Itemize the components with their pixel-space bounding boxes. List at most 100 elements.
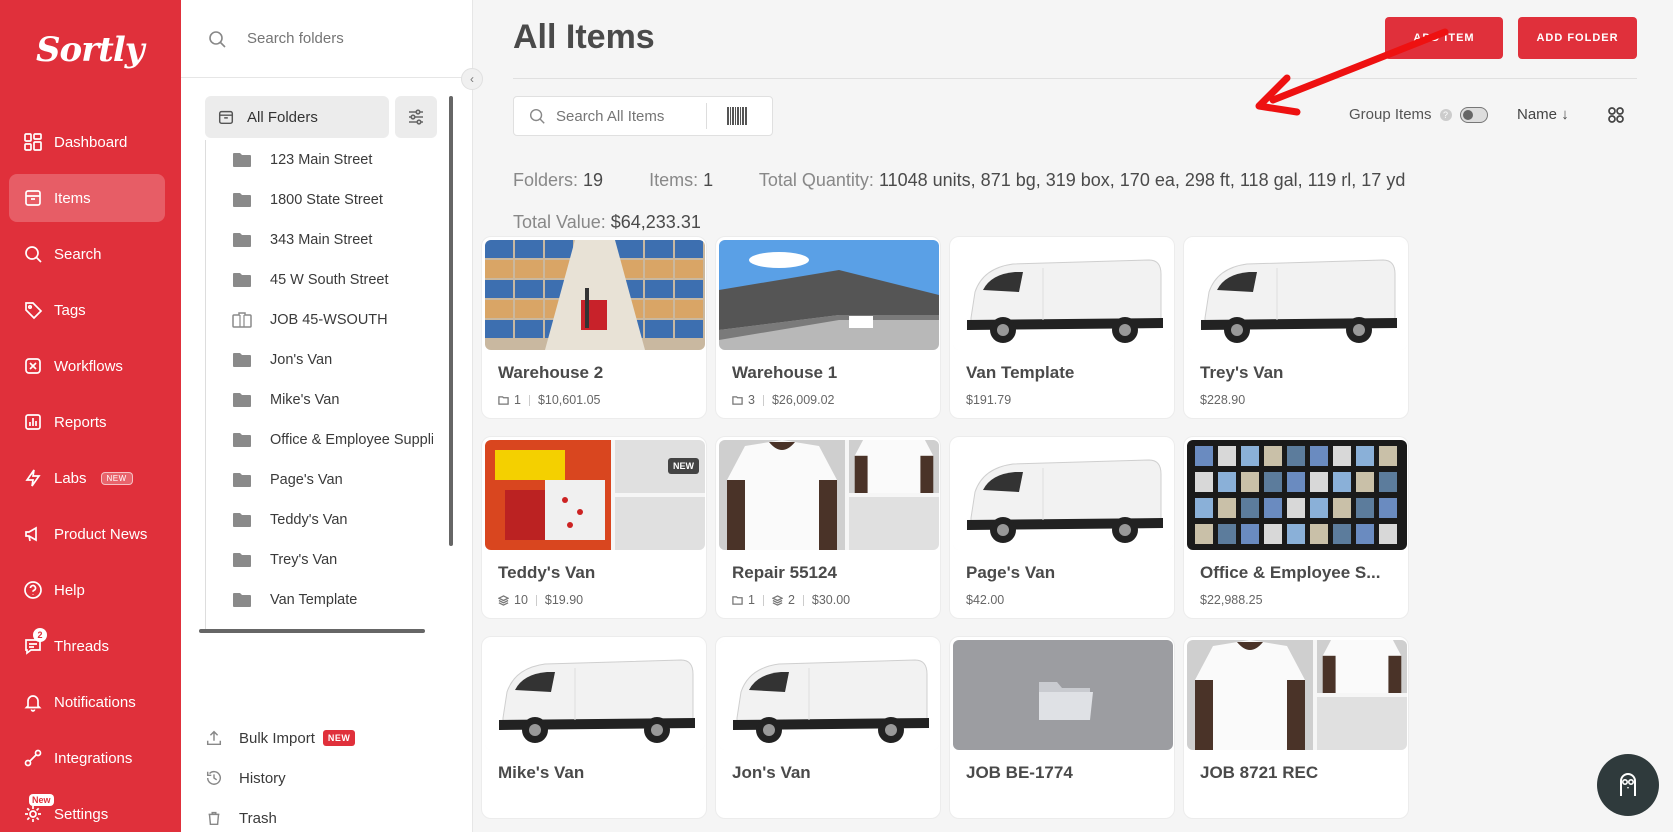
item-card[interactable]: Repair 55124 1 2 $30.00	[715, 436, 941, 619]
sort-dropdown[interactable]: Name ↓	[1517, 106, 1569, 123]
sortly-logo[interactable]: Sortly	[36, 30, 145, 70]
nav-item-tags[interactable]: Tags	[9, 286, 165, 334]
filter-button[interactable]	[395, 96, 437, 138]
megaphone-icon	[23, 524, 43, 544]
support-chat-button[interactable]	[1597, 754, 1659, 816]
item-card[interactable]: JOB 8721 REC	[1183, 636, 1409, 819]
item-card-value: $42.00	[966, 593, 1005, 607]
folder-tree-item[interactable]: Teddy's Van	[206, 500, 433, 540]
items-stat-label: Items:	[649, 170, 699, 190]
item-card[interactable]: Office & Employee S... $22,988.25	[1183, 436, 1409, 619]
item-thumbnail	[719, 640, 939, 750]
all-folders-button[interactable]: All Folders	[205, 96, 389, 138]
nav-label: Settings	[54, 805, 109, 823]
item-card[interactable]: Warehouse 1 3 $26,009.02	[715, 236, 941, 419]
help-icon[interactable]: ?	[1439, 108, 1452, 121]
item-card-value: $22,988.25	[1200, 593, 1263, 607]
nav-label: Help	[54, 581, 85, 599]
item-thumbnail	[953, 440, 1173, 550]
archive-icon	[218, 110, 234, 125]
owl-icon	[1620, 773, 1636, 796]
folder-icon	[498, 395, 514, 406]
search-icon	[529, 108, 545, 124]
folder-tree-item[interactable]: JOB 45-WSOUTH	[206, 300, 433, 340]
item-card[interactable]: Trey's Van $228.90	[1183, 236, 1409, 419]
nav-item-reports[interactable]: Reports	[9, 398, 165, 446]
item-card-name: JOB 8721 REC	[1200, 763, 1319, 782]
folder-tree-item[interactable]: Page's Van	[206, 460, 433, 500]
folder-search-input[interactable]	[247, 30, 447, 47]
item-card[interactable]: Mike's Van	[481, 636, 707, 819]
workflows-icon	[23, 356, 43, 376]
folder-tree-item[interactable]: 1800 State Street	[206, 180, 433, 220]
item-card-name: Page's Van	[966, 563, 1056, 582]
folder-tree-vertical-scrollbar[interactable]	[449, 96, 453, 546]
item-card[interactable]: Page's Van $42.00	[949, 436, 1175, 619]
item-card[interactable]: Van Template $191.79	[949, 236, 1175, 419]
nav-item-product-news[interactable]: Product News	[9, 510, 165, 558]
nav-item-dashboard[interactable]: Dashboard	[9, 118, 165, 166]
folder-tree-item[interactable]: Trey's Van	[206, 540, 433, 580]
nav-item-workflows[interactable]: Workflows	[9, 342, 165, 390]
briefcase-icon	[232, 311, 270, 329]
header-divider	[513, 78, 1637, 79]
nav-item-items[interactable]: Items	[9, 174, 165, 222]
item-card-name: JOB BE-1774	[966, 763, 1073, 782]
new-badge: NEW	[668, 458, 699, 474]
search-icon	[23, 244, 43, 264]
folder-tree-item[interactable]: 123 Main Street	[206, 140, 433, 180]
nav-item-threads[interactable]: 2 Threads	[9, 622, 165, 670]
folder-name: Mike's Van	[270, 392, 340, 408]
folder-tree-item[interactable]: Office & Employee Suppli	[206, 420, 433, 460]
page-title: All Items	[513, 18, 655, 56]
items-search-input[interactable]	[556, 107, 706, 125]
item-card[interactable]: JOB BE-1774	[949, 636, 1175, 819]
add-folder-button[interactable]: ADD FOLDER	[1518, 17, 1637, 59]
folder-tree-item[interactable]: 45 W South Street	[206, 260, 433, 300]
item-card-value: $30.00	[811, 593, 851, 607]
all-folders-label: All Folders	[247, 108, 318, 126]
folder-tree-item[interactable]: Jon's Van	[206, 340, 433, 380]
nav-item-search[interactable]: Search	[9, 230, 165, 278]
item-card-name: Warehouse 2	[498, 363, 604, 382]
item-card-name: Van Template	[966, 363, 1075, 382]
total-quantity-label: Total Quantity:	[758, 170, 874, 190]
folder-name: JOB 45-WSOUTH	[270, 312, 388, 328]
meta-divider	[762, 394, 764, 406]
group-items-toggle[interactable]	[1459, 106, 1488, 123]
tag-icon	[23, 300, 43, 320]
folder-tree-horizontal-scrollbar[interactable]	[199, 629, 425, 633]
nav-item-settings[interactable]: New Settings	[9, 790, 165, 832]
bulk-import-link[interactable]: Bulk Import NEW	[205, 718, 356, 758]
item-card-value: $26,009.02	[771, 393, 835, 407]
folder-name: Jon's Van	[270, 352, 333, 368]
bell-icon	[23, 692, 43, 712]
item-card[interactable]: Jon's Van	[715, 636, 941, 819]
item-thumbnail	[953, 640, 1173, 750]
folder-tree-item[interactable]: Mike's Van	[206, 380, 433, 420]
units-icon	[771, 594, 788, 606]
folder-tree-item[interactable]: Van Template	[206, 580, 433, 620]
folder-tree-item[interactable]: 343 Main Street	[206, 220, 433, 260]
nav-item-help[interactable]: Help	[9, 566, 165, 614]
item-card[interactable]: Warehouse 2 1 $10,601.05	[481, 236, 707, 419]
barcode-scan-icon[interactable]	[727, 107, 747, 125]
nav-item-integrations[interactable]: Integrations	[9, 734, 165, 782]
history-link[interactable]: History	[205, 758, 355, 798]
folder-icon	[232, 191, 270, 209]
item-card-meta: 10 $19.90	[498, 593, 583, 607]
item-thumbnail	[719, 440, 939, 550]
total-value-row: Total Value: $64,233.31	[513, 212, 701, 233]
grid-view-icon[interactable]	[1607, 106, 1625, 124]
total-quantity-value: 11048 units, 871 bg, 319 box, 170 ea, 29…	[878, 170, 1406, 190]
nav-label: Reports	[54, 413, 107, 431]
item-card[interactable]: NEW Teddy's Van 10 $19.90	[481, 436, 707, 619]
unit-count: 10	[514, 593, 528, 607]
nav-label: Search	[54, 245, 102, 263]
nav-item-notifications[interactable]: Notifications	[9, 678, 165, 726]
trash-link[interactable]: Trash	[205, 798, 355, 832]
items-icon	[23, 188, 43, 208]
nav-item-labs[interactable]: Labs NEW	[9, 454, 165, 502]
meta-divider	[802, 594, 804, 606]
stats-row: Folders: 19 Items: 1 Total Quantity: 110…	[513, 170, 1405, 191]
